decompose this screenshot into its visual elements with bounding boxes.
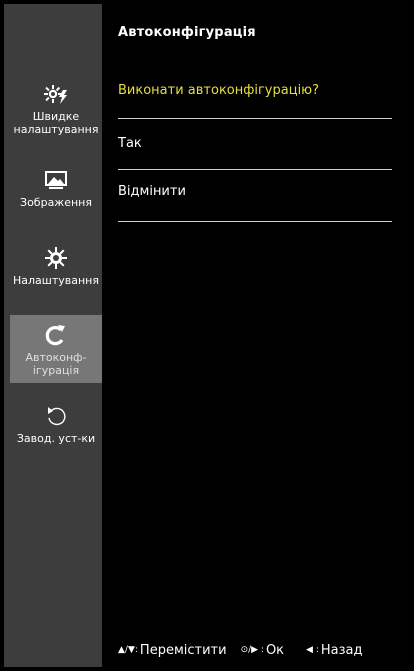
up-down-arrows-icon: ▲/▼: [118,645,138,655]
left-arrow-icon: ◀ : [306,645,319,655]
confirm-question: Виконати автоконфігурацію? [118,83,320,98]
sidebar-item-label: Зображення [20,196,92,209]
monitor-osd: Швидке налаштування Зображення Налаштува… [0,0,414,671]
move-hint[interactable]: ▲/▼: Перемістити [118,643,227,658]
ok-hint[interactable]: ⊙/▶ : Ок [241,643,284,658]
quick-settings-icon [44,82,68,106]
back-hint[interactable]: ◀ : Назад [306,643,362,658]
sidebar-item-settings[interactable]: Налаштування [10,238,102,308]
divider [118,169,392,170]
sidebar-item-auto-config[interactable]: Автоконф- ігурація [10,315,102,383]
option-yes[interactable]: Так [118,130,392,158]
sidebar-item-picture[interactable]: Зображення [10,160,102,230]
gear-icon [44,246,68,270]
sidebar-item-label: Завод. уст-ки [16,432,96,445]
option-cancel[interactable]: Відмінити [118,178,392,206]
ok-label: Ок [265,642,285,658]
sidebar-item-label: Автоконф- ігурація [25,351,87,377]
divider [118,118,392,119]
move-label: Перемістити [139,642,227,658]
auto-config-icon [44,323,68,347]
picture-icon [44,168,68,192]
footer-hints: ▲/▼: Перемістити ⊙/▶ : Ок ◀ : Назад [118,641,408,659]
back-label: Назад [320,642,363,658]
joystick-icon: ⊙/▶ : [240,645,264,655]
sidebar-item-factory-reset[interactable]: Завод. уст-ки [10,396,102,466]
sidebar-item-label: Налаштування [13,274,99,287]
divider [118,221,392,222]
reset-icon [44,404,68,428]
page-title: Автоконфігурація [118,25,256,40]
sidebar-item-quick-settings[interactable]: Швидке налаштування [10,74,102,144]
main-panel: Автоконфігурація Виконати автоконфігурац… [102,4,410,667]
sidebar-item-label: Швидке налаштування [13,110,99,136]
